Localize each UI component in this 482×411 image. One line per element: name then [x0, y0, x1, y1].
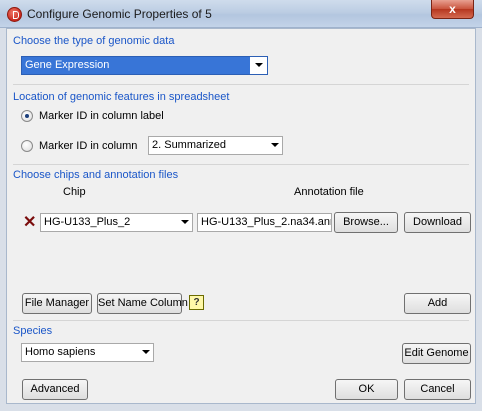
add-chip-button[interactable]: Add — [404, 293, 471, 314]
ok-button[interactable]: OK — [335, 379, 398, 400]
chevron-down-icon — [181, 220, 189, 224]
edit-genome-button[interactable]: Edit Genome — [402, 343, 471, 364]
dialog-body: Choose the type of genomic data Gene Exp… — [6, 28, 476, 404]
set-name-column-button[interactable]: Set Name Column — [97, 293, 188, 314]
chevron-down-icon — [142, 350, 150, 354]
chips-section-title: Choose chips and annotation files — [13, 169, 179, 181]
window-title: Configure Genomic Properties of 5 — [27, 7, 212, 21]
chip-select-value: HG-U133_Plus_2 — [44, 216, 131, 228]
divider — [13, 84, 469, 85]
annotation-column-header: Annotation file — [294, 186, 364, 198]
marker-id-column-radio[interactable] — [21, 140, 33, 152]
advanced-button[interactable]: Advanced — [22, 379, 88, 400]
location-section-title: Location of genomic features in spreadsh… — [13, 91, 230, 103]
column-select[interactable]: 2. Summarized — [148, 136, 283, 155]
help-icon[interactable]: ? — [189, 295, 204, 310]
download-button[interactable]: Download — [404, 212, 471, 233]
chip-select[interactable]: HG-U133_Plus_2 — [40, 213, 193, 232]
app-logo-icon — [7, 7, 22, 22]
chevron-down-icon — [255, 63, 263, 67]
title-bar: Configure Genomic Properties of 5 x — [0, 0, 482, 28]
close-button[interactable]: x — [431, 0, 474, 19]
data-type-select[interactable]: Gene Expression — [21, 56, 268, 75]
divider — [13, 320, 469, 321]
data-type-value: Gene Expression — [25, 59, 110, 71]
species-select[interactable]: Homo sapiens — [21, 343, 154, 362]
annotation-file-field[interactable]: HG-U133_Plus_2.na34.anno — [197, 213, 332, 232]
remove-chip-icon[interactable]: ✕ — [23, 215, 36, 231]
chevron-down-icon — [271, 143, 279, 147]
annotation-file-value: HG-U133_Plus_2.na34.anno — [201, 216, 332, 228]
marker-id-label-option: Marker ID in column label — [39, 110, 164, 122]
species-section-title: Species — [13, 325, 53, 337]
chip-column-header: Chip — [63, 186, 86, 198]
browse-button[interactable]: Browse... — [334, 212, 398, 233]
species-select-value: Homo sapiens — [25, 346, 96, 358]
column-select-value: 2. Summarized — [152, 139, 226, 151]
marker-id-column-option: Marker ID in column — [39, 140, 138, 152]
marker-id-label-radio[interactable] — [21, 110, 33, 122]
file-manager-button[interactable]: File Manager — [22, 293, 92, 314]
data-type-section-title: Choose the type of genomic data — [13, 35, 175, 47]
divider — [13, 164, 469, 165]
cancel-button[interactable]: Cancel — [404, 379, 471, 400]
